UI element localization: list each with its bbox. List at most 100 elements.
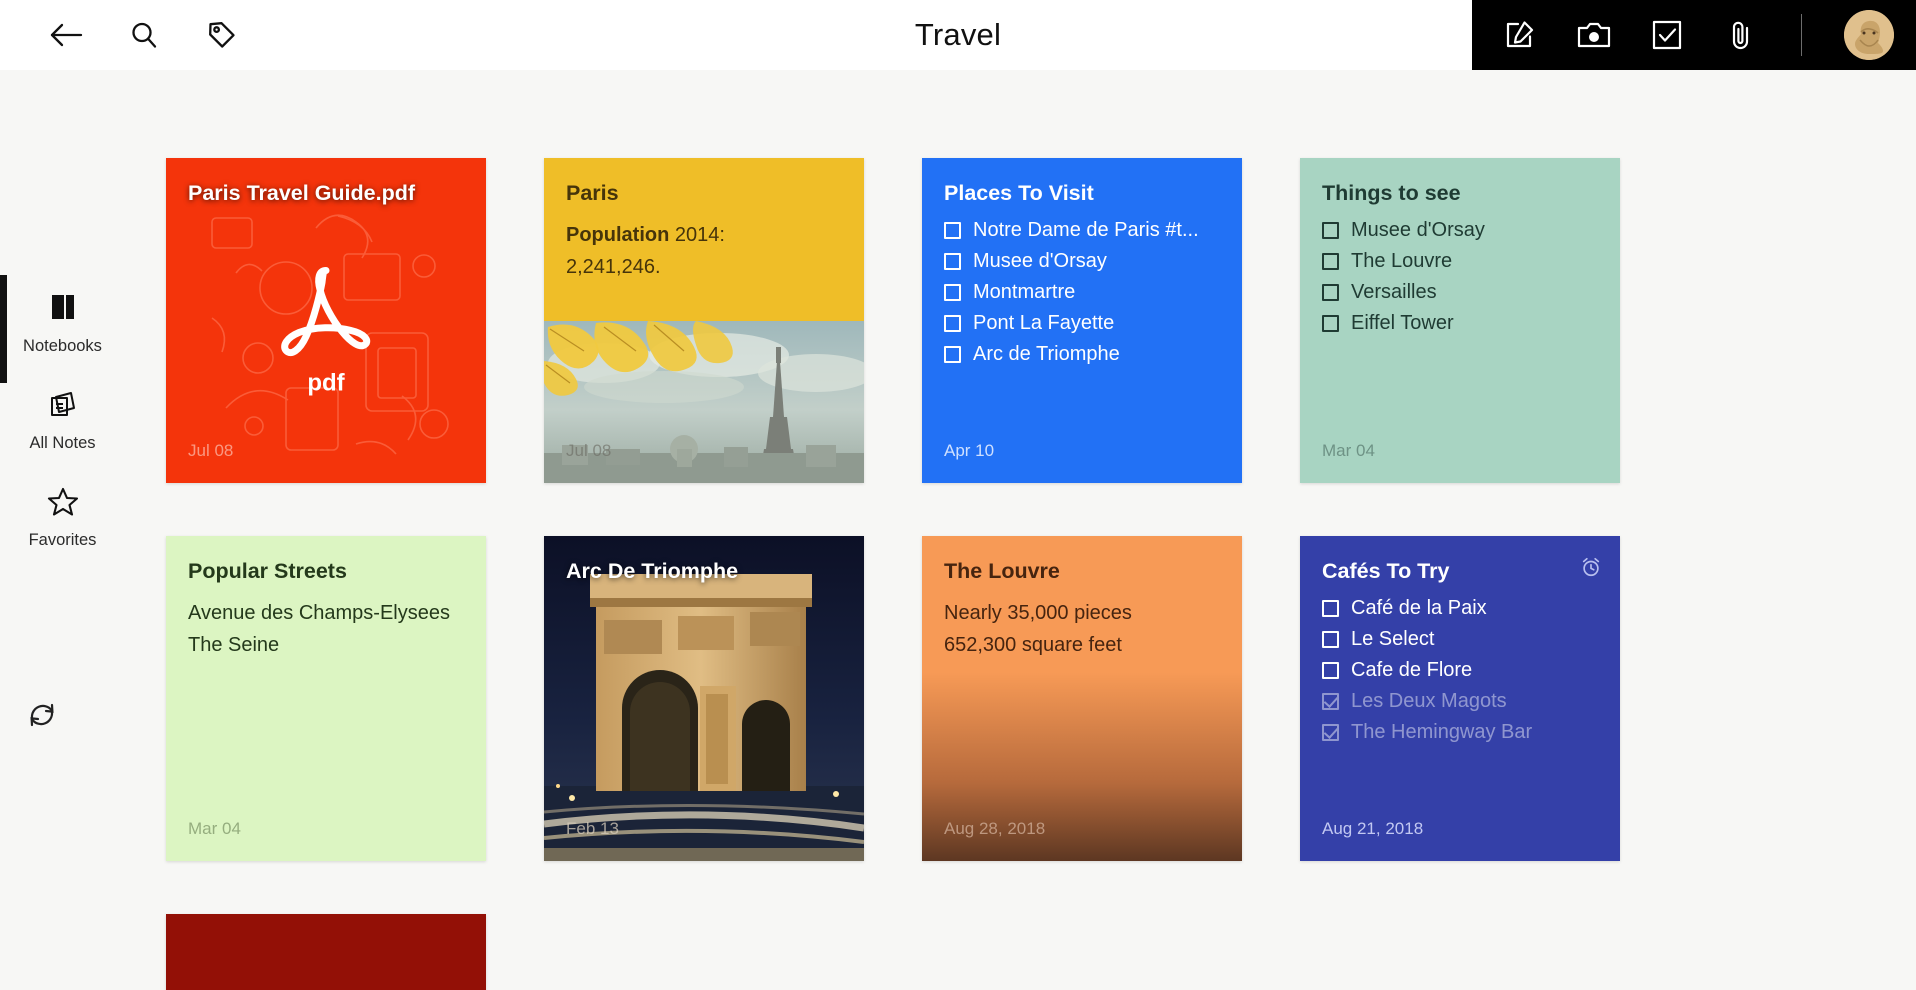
note-card-popular-streets[interactable]: Popular Streets Avenue des Champs-Elysee… xyxy=(166,536,486,861)
checklist-item-label: The Hemingway Bar xyxy=(1351,720,1533,743)
checklist-item[interactable]: Pont La Fayette xyxy=(944,312,1220,335)
note-title: Paris Travel Guide.pdf xyxy=(188,181,416,205)
checklist-item[interactable]: Musee d'Orsay xyxy=(944,250,1220,273)
checkbox-icon[interactable] xyxy=(944,283,961,301)
checklist-item[interactable]: The Hemingway Bar xyxy=(1322,721,1598,744)
note-card-header: Things to see Musee d'Orsay The Louvre V… xyxy=(1300,158,1620,335)
note-date: Aug 21, 2018 xyxy=(1322,819,1424,838)
note-card-the-louvre[interactable]: The Louvre Nearly 35,000 pieces 652,300 … xyxy=(922,536,1242,861)
top-bar: Travel xyxy=(0,0,1916,70)
checklist-item[interactable]: Versailles xyxy=(1322,281,1598,304)
note-card-header: Popular Streets Avenue des Champs-Elysee… xyxy=(166,536,486,662)
checkbox-icon[interactable] xyxy=(1322,630,1339,648)
checklist-item-label: Pont La Fayette xyxy=(973,311,1115,334)
note-card-header: Cafés To Try Café de la Paix Le Select C… xyxy=(1300,536,1620,744)
attachment-icon[interactable] xyxy=(1723,14,1759,56)
checkbox-icon[interactable] xyxy=(1322,599,1339,617)
top-bar-right-actions xyxy=(1472,0,1916,70)
note-date: Jul 08 xyxy=(566,441,612,460)
avatar[interactable] xyxy=(1844,10,1894,60)
new-note-icon[interactable] xyxy=(1502,14,1538,56)
note-body-rest: 2014: xyxy=(674,223,725,246)
sidebar-item-notebooks[interactable]: Notebooks xyxy=(0,285,125,356)
checklist-item-label: Notre Dame de Paris #t... xyxy=(973,218,1199,241)
note-date: Mar 04 xyxy=(188,819,241,838)
checklist-item[interactable]: Notre Dame de Paris #t... xyxy=(944,219,1220,242)
search-icon[interactable] xyxy=(124,15,164,55)
note-card-header: Places To Visit Notre Dame de Paris #t..… xyxy=(922,158,1242,366)
checklist-item[interactable]: Musee d'Orsay xyxy=(1322,219,1598,242)
back-arrow-icon[interactable] xyxy=(46,15,86,55)
checklist-item-label: Cafe de Flore xyxy=(1351,658,1473,681)
checkbox-icon[interactable] xyxy=(1322,283,1339,301)
checklist-item-label: The Louvre xyxy=(1351,249,1453,272)
tag-icon[interactable] xyxy=(202,15,242,55)
checkbox-checked-icon[interactable] xyxy=(1322,692,1339,710)
note-card-header: Paris Travel Guide.pdf xyxy=(166,158,486,207)
checklist-item[interactable]: Cafe de Flore xyxy=(1322,659,1598,682)
checkbox-icon[interactable] xyxy=(944,314,961,332)
camera-icon[interactable] xyxy=(1576,14,1612,56)
checkbox-icon[interactable] xyxy=(944,221,961,239)
checklist-item-label: Le Select xyxy=(1351,627,1435,650)
note-title: Paris xyxy=(566,181,619,205)
notebooks-icon xyxy=(47,285,79,329)
pdf-file-icon: pdf xyxy=(270,257,382,398)
note-body-line: 2,241,246. xyxy=(566,256,661,279)
checklist-item-label: Eiffel Tower xyxy=(1351,311,1454,334)
note-date: Aug 28, 2018 xyxy=(944,819,1046,838)
note-title: Things to see xyxy=(1322,181,1461,205)
note-body-strong: Population xyxy=(566,223,675,246)
checkbox-icon[interactable] xyxy=(1322,221,1339,239)
notes-grid: pdf Paris Travel Guide.pdf Jul 08 Paris … xyxy=(125,70,1916,990)
note-body-line: Nearly 35,000 pieces xyxy=(944,601,1132,624)
note-card-paris-population[interactable]: Paris Population 2014: 2,241,246. Jul 08 xyxy=(544,158,864,483)
note-card-paris-travel-guide[interactable]: pdf Paris Travel Guide.pdf Jul 08 xyxy=(166,158,486,483)
note-title: Popular Streets xyxy=(188,559,347,583)
checklist-item-label: Montmartre xyxy=(973,280,1076,303)
checklist-item[interactable]: The Louvre xyxy=(1322,250,1598,273)
checklist-item[interactable]: Le Select xyxy=(1322,628,1598,651)
checklist-item[interactable]: Café de la Paix xyxy=(1322,597,1598,620)
checklist-item-label: Arc de Triomphe xyxy=(973,342,1120,365)
note-card-header: The Louvre Nearly 35,000 pieces 652,300 … xyxy=(922,536,1242,662)
note-card-partial-red[interactable] xyxy=(166,914,486,990)
checklist-item[interactable]: Montmartre xyxy=(944,281,1220,304)
note-body-line: Avenue des Champs-Elysees xyxy=(188,601,450,624)
note-checklist: Café de la Paix Le Select Cafe de Flore … xyxy=(1322,597,1598,744)
checkbox-icon[interactable] xyxy=(1322,252,1339,270)
checklist-item-label: Musee d'Orsay xyxy=(1351,218,1485,241)
alarm-clock-icon xyxy=(1580,556,1602,583)
sidebar-item-all-notes[interactable]: All Notes xyxy=(0,382,125,453)
top-bar-left-actions xyxy=(0,0,242,70)
checklist-item-label: Café de la Paix xyxy=(1351,596,1487,619)
note-date: Jul 08 xyxy=(188,441,234,460)
checkbox-icon[interactable] xyxy=(944,345,961,363)
checklist-item[interactable]: Arc de Triomphe xyxy=(944,343,1220,366)
toolbar-divider xyxy=(1801,14,1802,56)
note-card-arc-de-triomphe[interactable]: Arc De Triomphe Feb 13 xyxy=(544,536,864,861)
note-title: Places To Visit xyxy=(944,181,1094,205)
note-date: Feb 13 xyxy=(566,819,619,838)
note-title: The Louvre xyxy=(944,559,1060,583)
note-card-cafes-to-try[interactable]: Cafés To Try Café de la Paix Le Select C… xyxy=(1300,536,1620,861)
checkbox-checked-icon[interactable] xyxy=(1322,723,1339,741)
checklist-item[interactable]: Eiffel Tower xyxy=(1322,312,1598,335)
note-title: Cafés To Try xyxy=(1322,559,1450,583)
checkbox-icon[interactable] xyxy=(1322,661,1339,679)
note-card-things-to-see[interactable]: Things to see Musee d'Orsay The Louvre V… xyxy=(1300,158,1620,483)
note-body-line: Population 2014: xyxy=(566,219,842,251)
note-card-places-to-visit[interactable]: Places To Visit Notre Dame de Paris #t..… xyxy=(922,158,1242,483)
checkbox-icon[interactable] xyxy=(944,252,961,270)
sync-icon[interactable] xyxy=(22,695,62,735)
sidebar-item-favorites[interactable]: Favorites xyxy=(0,479,125,550)
checklist-icon[interactable] xyxy=(1650,14,1686,56)
checkbox-icon[interactable] xyxy=(1322,314,1339,332)
note-date: Mar 04 xyxy=(1322,441,1375,460)
pdf-badge-label: pdf xyxy=(307,369,345,397)
all-notes-icon xyxy=(47,382,79,426)
note-title: Arc De Triomphe xyxy=(566,559,739,583)
star-icon xyxy=(46,479,80,523)
checklist-item[interactable]: Les Deux Magots xyxy=(1322,690,1598,713)
sidebar-item-label: All Notes xyxy=(29,434,96,452)
